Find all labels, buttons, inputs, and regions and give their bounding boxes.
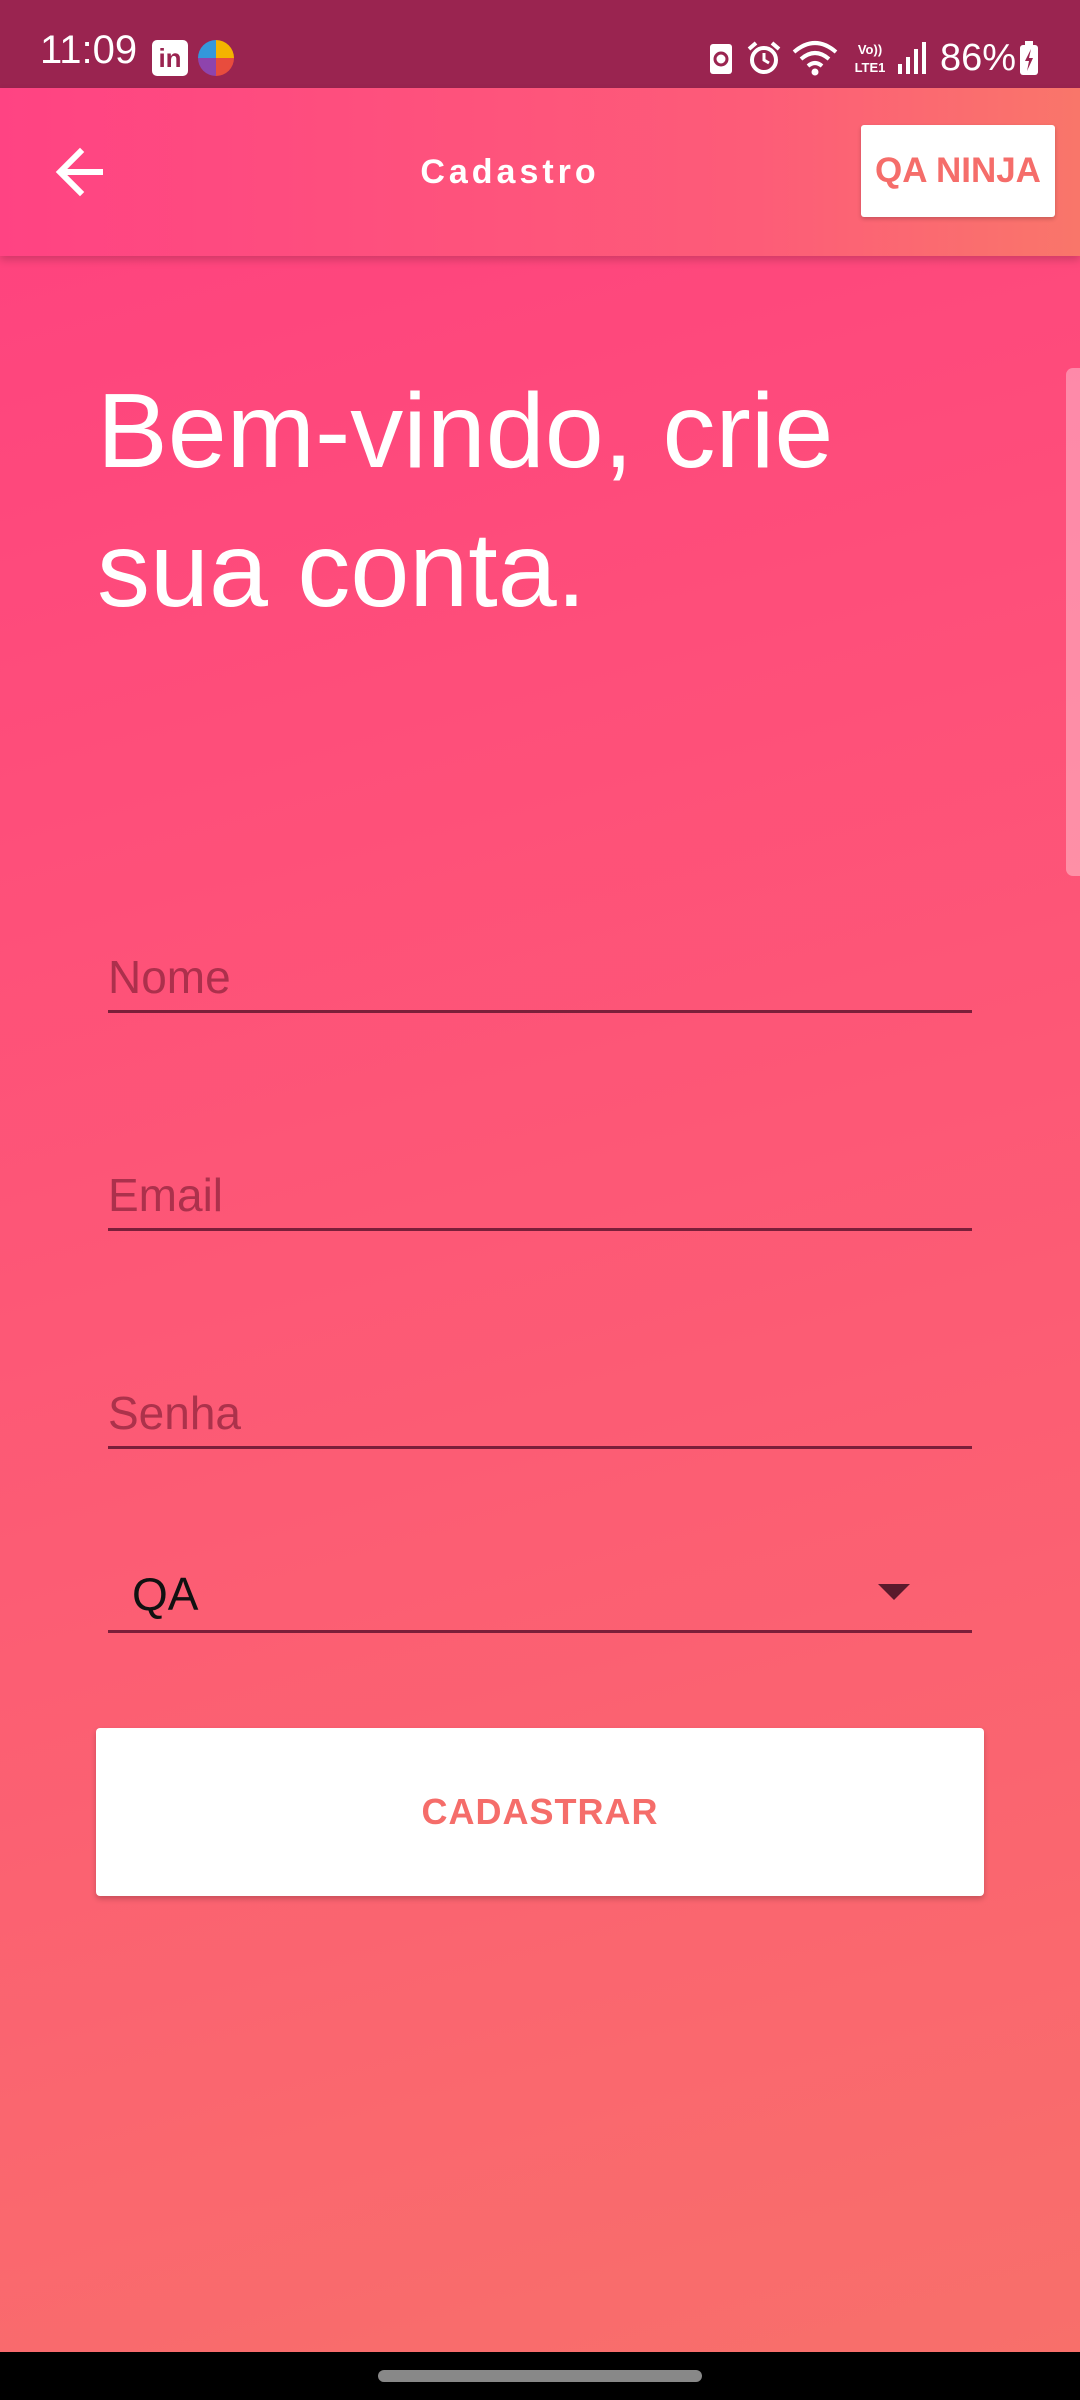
battery-percent: 86%: [940, 37, 1017, 79]
svg-text:Vo)): Vo)): [858, 42, 882, 57]
email-input[interactable]: [108, 1168, 972, 1222]
welcome-heading: Bem-vindo, crie sua conta.: [97, 372, 834, 629]
alarm-icon: [747, 41, 781, 74]
home-indicator[interactable]: [378, 2370, 702, 2382]
wifi-icon: [792, 41, 838, 76]
lte-icon: Vo)) LTE1: [855, 42, 886, 75]
email-field[interactable]: [108, 1148, 972, 1231]
register-button[interactable]: CADASTRAR: [96, 1728, 984, 1896]
name-field[interactable]: [108, 930, 972, 1013]
role-select-value: QA: [132, 1568, 199, 1620]
sync-icon: [710, 44, 732, 74]
battery-icon: [1020, 41, 1038, 75]
screen: 11:09 in Vo)) LTE1 86% Cadastro QA NINJA…: [0, 0, 1080, 2400]
browser-icon: [198, 40, 234, 76]
qa-ninja-button[interactable]: QA NINJA: [861, 125, 1055, 217]
status-bar: 11:09 in Vo)) LTE1 86%: [0, 0, 1080, 88]
linkedin-icon: in: [152, 40, 188, 76]
signal-icon: [898, 42, 926, 74]
role-select[interactable]: QA: [108, 1550, 972, 1633]
password-field[interactable]: [108, 1366, 972, 1449]
dropdown-arrow-icon: [878, 1584, 910, 1600]
svg-text:LTE1: LTE1: [855, 60, 886, 75]
scrollbar[interactable]: [1066, 368, 1080, 876]
password-input[interactable]: [108, 1386, 972, 1440]
status-time: 11:09: [40, 28, 138, 72]
name-input[interactable]: [108, 950, 972, 1004]
app-bar: Cadastro QA NINJA: [0, 88, 1080, 256]
